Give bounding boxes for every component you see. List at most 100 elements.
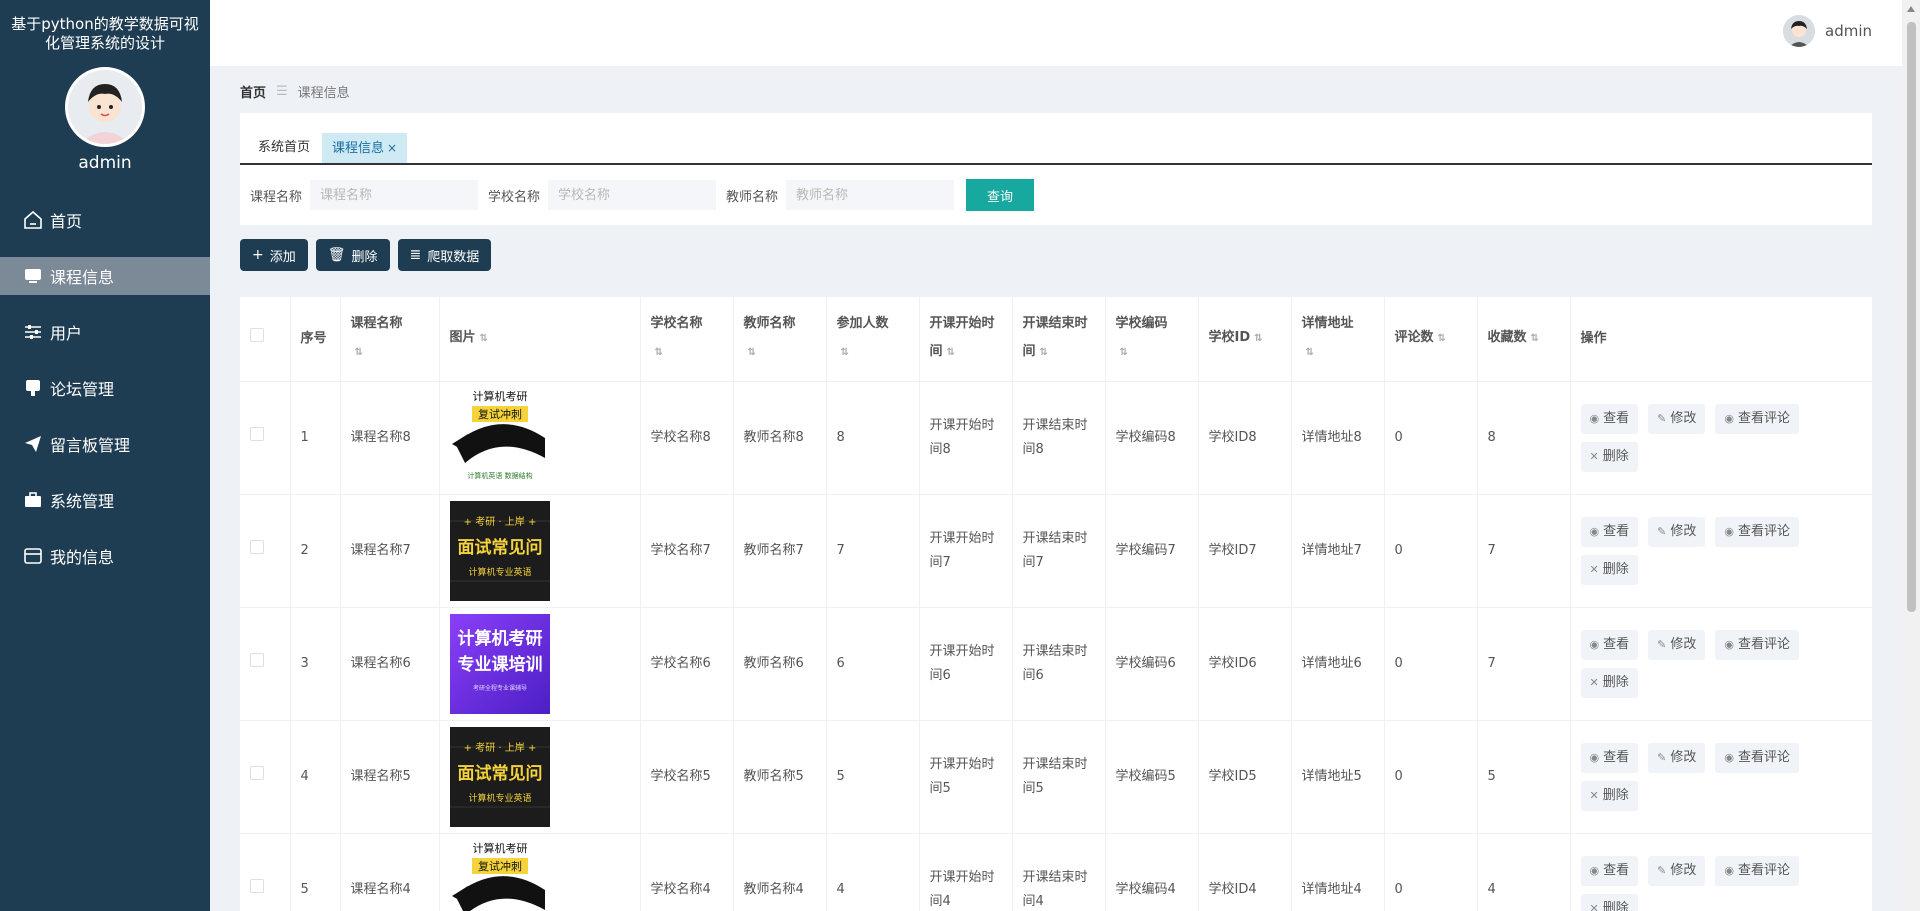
teacher-name-input[interactable] [786,180,955,210]
breadcrumb-home[interactable]: 首页 [240,82,266,101]
row-checkbox[interactable] [250,652,264,667]
delete-row-button[interactable]: ✕ 删除 [1580,441,1638,472]
header-index: 序号 [290,297,341,382]
crawl-button-label: 爬取数据 [427,249,480,265]
row-checkbox[interactable] [250,765,264,780]
view-button[interactable]: ◉ 查看 [1580,629,1639,660]
view-button[interactable]: ◉ 查看 [1580,855,1639,886]
send-icon [22,433,44,455]
school-name-input[interactable] [548,180,717,210]
header-label: 学校ID [1208,330,1251,346]
sidebar-item-my-info[interactable]: 我的信息 [0,537,210,575]
close-icon[interactable]: × [387,141,397,155]
header-course[interactable]: 课程名称 ⇅ [340,297,440,382]
tab-home[interactable]: 系统首页 [248,133,320,163]
image-text: + 考研 · 上岸 + [463,516,536,528]
add-button[interactable]: + 添加 [240,239,308,271]
sidebar-item-course-info[interactable]: 课程信息 [0,257,210,295]
sort-icon[interactable]: ⇅ [480,325,488,353]
header-detail-url[interactable]: 详情地址 ⇅ [1291,297,1385,382]
course-image[interactable]: 计算机考研 专业课培训 考研全程专业课辅导 [449,613,550,714]
sort-icon[interactable]: ⇅ [1120,339,1128,367]
row-checkbox[interactable] [250,539,264,554]
header-image[interactable]: 图片 ⇅ [439,297,641,382]
sort-icon[interactable]: ⇅ [1438,325,1446,353]
edit-button[interactable]: ✎ 修改 [1648,629,1706,660]
view-button[interactable]: ◉ 查看 [1580,403,1639,434]
ops-cell: ◉ 查看 ✎ 修改 ◉ 查看评论 ✕ 删除 [1570,607,1872,721]
select-cell[interactable] [240,607,291,721]
header-user-menu[interactable]: admin [1783,15,1872,47]
crawl-data-button[interactable]: ≣ 爬取数据 [397,239,492,271]
select-all-cell[interactable] [240,297,291,382]
scrollbar-thumb[interactable] [1907,22,1916,612]
participants-cell: 5 [826,720,920,834]
delete-row-button[interactable]: ✕ 删除 [1580,667,1638,698]
delete-row-button[interactable]: ✕ 删除 [1580,780,1638,811]
header-start-time[interactable]: 开课开始时间 ⇅ [919,297,1013,382]
view-comments-button[interactable]: ◉ 查看评论 [1715,629,1799,660]
header-favorites[interactable]: 收藏数 ⇅ [1477,297,1571,382]
view-comments-button[interactable]: ◉ 查看评论 [1715,403,1799,434]
view-comments-button[interactable]: ◉ 查看评论 [1715,742,1799,773]
course-image[interactable]: + 考研 · 上岸 + 面试常见问 计算机专业英语 [449,500,550,601]
sort-icon[interactable]: ⇅ [355,339,363,367]
select-cell[interactable] [240,833,291,911]
edit-button[interactable]: ✎ 修改 [1648,742,1706,773]
view-button[interactable]: ◉ 查看 [1580,742,1639,773]
sidebar-item-forum[interactable]: 论坛管理 [0,369,210,407]
edit-button[interactable]: ✎ 修改 [1648,855,1706,886]
sort-icon[interactable]: ⇅ [1306,339,1314,367]
course-name-cell: 课程名称8 [340,381,440,495]
favorites-cell: 7 [1477,494,1571,608]
tab-course-info[interactable]: 课程信息 × [322,133,408,163]
sidebar-item-message-board[interactable]: 留言板管理 [0,425,210,463]
batch-delete-button[interactable]: 🗑 删除 [315,239,390,271]
header-school[interactable]: 学校名称 ⇅ [640,297,734,382]
select-cell[interactable] [240,494,291,608]
header-end-time[interactable]: 开课结束时间 ⇅ [1012,297,1106,382]
header-school-id[interactable]: 学校ID ⇅ [1198,297,1292,382]
ops-cell: ◉ 查看 ✎ 修改 ◉ 查看评论 ✕ 删除 [1570,381,1872,495]
query-button[interactable]: 查询 [966,179,1035,211]
sidebar-item-system[interactable]: 系统管理 [0,481,210,519]
view-comments-button[interactable]: ◉ 查看评论 [1715,516,1799,547]
select-cell[interactable] [240,720,291,834]
sidebar-item-label: 论坛管理 [50,380,115,399]
sort-icon[interactable]: ⇅ [748,339,756,367]
header-comments[interactable]: 评论数 ⇅ [1384,297,1478,382]
sidebar-item-home[interactable]: 首页 [0,201,210,239]
delete-row-button[interactable]: ✕ 删除 [1580,893,1638,911]
course-image[interactable]: + 考研 · 上岸 + 面试常见问 计算机专业英语 [449,726,550,827]
add-button-label: 添加 [269,249,296,265]
sort-icon[interactable]: ⇅ [655,339,663,367]
sort-icon[interactable]: ⇅ [1040,339,1048,367]
select-all-checkbox[interactable] [250,327,264,342]
sidebar-item-users[interactable]: 用户 [0,313,210,351]
course-image[interactable]: 计算机考研复试冲刺计算机英语 数据结构 [449,387,550,488]
row-checkbox[interactable] [250,878,264,893]
sort-icon[interactable]: ⇅ [841,339,849,367]
header-label: 评论数 [1394,330,1434,346]
comments-cell: 0 [1384,607,1478,721]
select-cell[interactable] [240,381,291,495]
row-checkbox[interactable] [250,426,264,441]
sort-icon[interactable]: ⇅ [1254,325,1262,353]
edit-button[interactable]: ✎ 修改 [1648,403,1706,434]
close-icon: ✕ [1589,449,1599,463]
view-button[interactable]: ◉ 查看 [1580,516,1639,547]
header-school-code[interactable]: 学校编码 ⇅ [1105,297,1199,382]
delete-row-button[interactable]: ✕ 删除 [1580,554,1638,585]
course-name-input[interactable] [310,180,479,210]
edit-button[interactable]: ✎ 修改 [1648,516,1706,547]
header-teacher[interactable]: 教师名称 ⇅ [733,297,827,382]
header-participants[interactable]: 参加人数 ⇅ [826,297,920,382]
sort-icon[interactable]: ⇅ [947,339,955,367]
scroll-up-arrow-icon[interactable] [1907,6,1915,12]
sort-icon[interactable]: ⇅ [1531,325,1539,353]
view-comments-button[interactable]: ◉ 查看评论 [1715,855,1799,886]
op-label: 修改 [1670,523,1697,539]
page-scrollbar[interactable] [1902,0,1920,911]
header-label: 课程名称 [350,316,403,332]
course-image[interactable]: 计算机考研复试冲刺计算机英语 数据结构 [449,839,550,911]
